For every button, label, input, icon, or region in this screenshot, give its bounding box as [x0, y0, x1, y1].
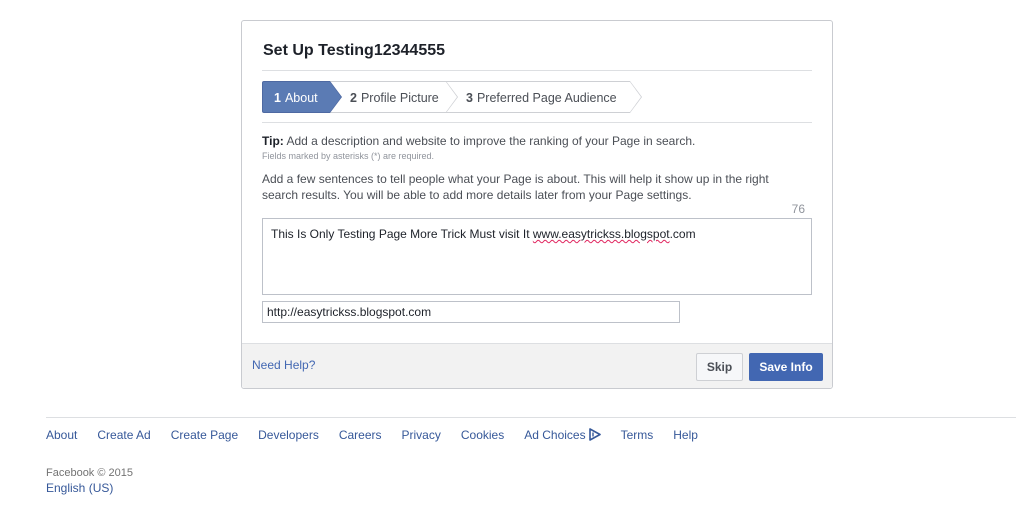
step-number: 1	[274, 91, 281, 105]
required-note: Fields marked by asterisks (*) are requi…	[262, 151, 435, 161]
website-input[interactable]: http://easytrickss.blogspot.com	[262, 301, 680, 323]
footer-link-about[interactable]: About	[46, 428, 77, 442]
footer-divider	[46, 417, 1016, 418]
step-arrow-fill	[330, 82, 341, 112]
step-preferred-audience[interactable]: 3 Preferred Page Audience	[446, 81, 642, 113]
ad-choices-icon	[588, 428, 601, 441]
tip-label: Tip:	[262, 134, 284, 148]
footer-links: About Create Ad Create Page Developers C…	[46, 428, 718, 442]
copyright-text: Facebook © 2015	[46, 467, 133, 479]
ad-choices-label: Ad Choices	[524, 428, 586, 442]
about-text-url: www.easytrickss.blogspot	[532, 227, 670, 241]
dialog-title: Set Up Testing12344555	[263, 42, 446, 59]
footer-link-careers[interactable]: Careers	[339, 428, 382, 442]
step-arrow-fill	[446, 82, 457, 112]
character-counter: 76	[791, 202, 805, 216]
footer-link-terms[interactable]: Terms	[621, 428, 654, 442]
about-textarea[interactable]: This Is Only Testing Page More Trick Mus…	[262, 218, 812, 295]
dialog-footer: Need Help? Skip Save Info	[242, 343, 832, 388]
divider	[262, 122, 812, 123]
step-label: About	[284, 91, 318, 105]
need-help-link[interactable]: Need Help?	[252, 358, 315, 372]
save-info-button[interactable]: Save Info	[749, 353, 823, 381]
tip-text: Tip: Add a description and website to im…	[262, 134, 695, 148]
step-arrow-fill	[630, 82, 641, 112]
footer-link-create-ad[interactable]: Create Ad	[97, 428, 150, 442]
footer-link-create-page[interactable]: Create Page	[171, 428, 238, 442]
step-profile-picture[interactable]: 2 Profile Picture	[330, 81, 458, 113]
step-about[interactable]: 1 About	[262, 81, 342, 113]
footer-link-developers[interactable]: Developers	[258, 428, 319, 442]
setup-steps: 1 About 2 Profile Picture 3 Preferred Page …	[262, 81, 642, 113]
language-link[interactable]: English (US)	[46, 481, 113, 495]
footer-link-help[interactable]: Help	[673, 428, 698, 442]
footer-link-privacy[interactable]: Privacy	[402, 428, 441, 442]
setup-dialog: Set Up Testing12344555 1 About 2 Profile P…	[241, 20, 833, 389]
step-label: Preferred Page Audience	[476, 91, 617, 105]
step-number: 3	[466, 91, 473, 105]
about-text-suffix: .com	[669, 227, 696, 241]
divider	[262, 70, 812, 71]
tip-body: Add a description and website to improve…	[286, 134, 696, 148]
skip-button[interactable]: Skip	[696, 353, 743, 381]
description-prompt: Add a few sentences to tell people what …	[262, 172, 769, 202]
about-text: This Is Only Testing Page More Trick Mus…	[271, 227, 533, 241]
footer-link-cookies[interactable]: Cookies	[461, 428, 504, 442]
footer-link-ad-choices[interactable]: Ad Choices	[524, 428, 601, 442]
step-number: 2	[350, 91, 357, 105]
step-label: Profile Picture	[360, 91, 439, 105]
